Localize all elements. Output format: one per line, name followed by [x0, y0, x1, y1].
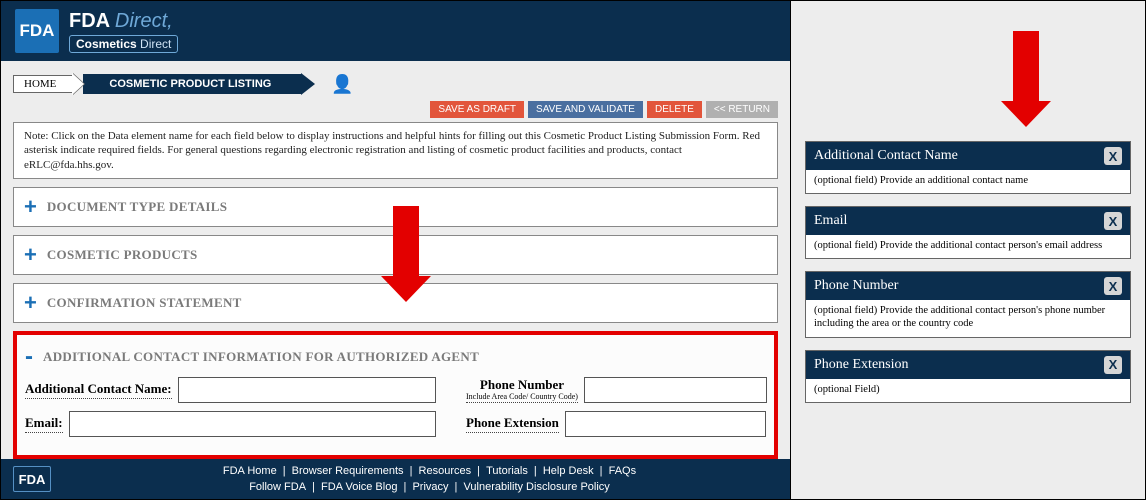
breadcrumb: HOME COSMETIC PRODUCT LISTING 👤 — [13, 73, 778, 95]
close-icon[interactable]: X — [1104, 356, 1122, 374]
person-icon[interactable]: 👤 — [331, 74, 353, 95]
extension-label[interactable]: Phone Extension — [466, 415, 559, 433]
header-title-block: FDA Direct, Cosmetics Direct — [69, 10, 178, 53]
footer-link[interactable]: Browser Requirements — [289, 465, 407, 477]
accordion-header[interactable]: - ADDITIONAL CONTACT INFORMATION FOR AUT… — [25, 339, 766, 377]
contact-name-input[interactable] — [178, 377, 436, 403]
footer-link[interactable]: Follow FDA — [246, 481, 309, 493]
help-body: (optional Field) — [806, 379, 1130, 402]
footer-link[interactable]: Privacy — [409, 481, 451, 493]
email-label[interactable]: Email: — [25, 415, 63, 433]
help-body: (optional field) Provide the additional … — [806, 300, 1130, 336]
help-title: Phone Extension — [814, 357, 909, 373]
app-footer: FDA FDA Home | Browser Requirements | Re… — [1, 459, 790, 499]
breadcrumb-tail-icon — [301, 73, 315, 95]
footer-link[interactable]: FAQs — [606, 465, 640, 477]
accordion-title: COSMETIC PRODUCTS — [47, 247, 198, 263]
return-button[interactable]: << RETURN — [706, 101, 778, 118]
footer-logo: FDA — [13, 466, 51, 492]
phone-label[interactable]: Phone Number Include Area Code/ Country … — [466, 377, 578, 403]
instruction-note: Note: Click on the Data element name for… — [13, 122, 778, 179]
save-draft-button[interactable]: SAVE AS DRAFT — [430, 101, 524, 118]
accordion-title: DOCUMENT TYPE DETAILS — [47, 199, 227, 215]
expand-icon: + — [24, 292, 37, 314]
accordion-title: CONFIRMATION STATEMENT — [47, 295, 242, 311]
help-body: (optional field) Provide an additional c… — [806, 170, 1130, 193]
collapse-icon: - — [25, 345, 33, 369]
contact-name-label[interactable]: Additional Contact Name: — [25, 381, 172, 399]
footer-link[interactable]: Tutorials — [483, 465, 531, 477]
footer-row-1: FDA Home | Browser Requirements | Resour… — [69, 463, 790, 480]
breadcrumb-arrow-icon — [72, 73, 84, 95]
help-card-extension: Phone Extension X (optional Field) — [805, 350, 1131, 403]
close-icon[interactable]: X — [1104, 212, 1122, 230]
footer-link[interactable]: Resources — [416, 465, 475, 477]
action-button-row: SAVE AS DRAFT SAVE AND VALIDATE DELETE <… — [13, 101, 778, 118]
footer-links: FDA Home | Browser Requirements | Resour… — [69, 463, 790, 496]
help-card-contact-name: Additional Contact Name X (optional field… — [805, 141, 1131, 194]
footer-link[interactable]: FDA Home — [220, 465, 280, 477]
header-subtitle: Cosmetics Direct — [69, 35, 178, 53]
help-panel: Additional Contact Name X (optional field… — [791, 1, 1145, 499]
callout-arrow-icon — [381, 206, 431, 302]
accordion-additional-contact: - ADDITIONAL CONTACT INFORMATION FOR AUT… — [13, 331, 778, 459]
accordion-title: ADDITIONAL CONTACT INFORMATION FOR AUTHO… — [43, 349, 479, 365]
header-title: FDA Direct, — [69, 10, 178, 33]
close-icon[interactable]: X — [1104, 147, 1122, 165]
expand-icon: + — [24, 244, 37, 266]
phone-input[interactable] — [584, 377, 767, 403]
fda-logo: FDA — [15, 9, 59, 53]
help-card-email: Email X (optional field) Provide the addi… — [805, 206, 1131, 259]
help-title: Email — [814, 213, 847, 229]
save-validate-button[interactable]: SAVE AND VALIDATE — [528, 101, 643, 118]
help-card-phone: Phone Number X (optional field) Provide t… — [805, 271, 1131, 337]
breadcrumb-current: COSMETIC PRODUCT LISTING — [83, 74, 301, 94]
help-title: Additional Contact Name — [814, 148, 958, 164]
extension-input[interactable] — [565, 411, 766, 437]
footer-link[interactable]: FDA Voice Blog — [318, 481, 400, 493]
footer-row-2: Follow FDA | FDA Voice Blog | Privacy | … — [69, 479, 790, 496]
delete-button[interactable]: DELETE — [647, 101, 702, 118]
footer-link[interactable]: Help Desk — [540, 465, 597, 477]
help-body: (optional field) Provide the additional … — [806, 235, 1130, 258]
callout-arrow-icon — [1001, 31, 1051, 127]
close-icon[interactable]: X — [1104, 277, 1122, 295]
breadcrumb-home[interactable]: HOME — [13, 75, 73, 93]
footer-link[interactable]: Vulnerability Disclosure Policy — [460, 481, 612, 493]
email-input[interactable] — [69, 411, 436, 437]
help-title: Phone Number — [814, 278, 898, 294]
app-header: FDA FDA Direct, Cosmetics Direct — [1, 1, 790, 61]
expand-icon: + — [24, 196, 37, 218]
